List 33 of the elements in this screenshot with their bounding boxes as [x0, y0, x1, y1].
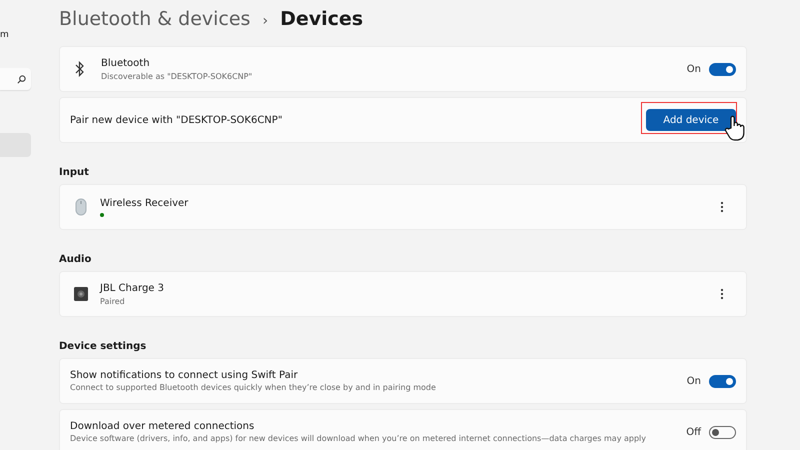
setting-title: Bluetooth [101, 56, 151, 70]
device-name: Wireless Receiver [100, 197, 190, 211]
bluetooth-icon [75, 61, 85, 77]
breadcrumb-link[interactable]: Bluetooth & devices [59, 8, 250, 30]
toggle-label: On [686, 64, 701, 74]
search-icon [17, 74, 26, 84]
section-heading: Device settings [59, 340, 148, 353]
device-card[interactable]: Wireless Receiver [59, 184, 747, 230]
setting-description: Device software (drivers, info, and apps) for new devices will download when you’re on metered internet connections—data charges may apply [70, 434, 647, 444]
setting-description: Connect to supported Bluetooth devices quickly when they’re close by and in pairing mode [70, 383, 437, 393]
pair-text: Pair new device with "DESKTOP-SOK6CNP" [70, 114, 284, 126]
mouse-icon [74, 198, 88, 216]
device-card[interactable]: JBL Charge 3 Paired [59, 271, 747, 317]
setting-title: Show notifications to connect using Swift Pair [70, 369, 299, 383]
device-status: Paired [100, 296, 126, 306]
sidebar-label: m [0, 29, 10, 41]
toggle-label: On [686, 376, 701, 386]
setting-title: Download over metered connections [70, 420, 256, 434]
speaker-icon [74, 287, 88, 301]
toggle-switch[interactable] [709, 62, 736, 76]
setting-description: Discoverable as "DESKTOP-SOK6CNP" [101, 70, 254, 82]
toggle-label: Off [686, 426, 701, 438]
search-field[interactable] [0, 68, 31, 90]
section-heading: Input [59, 166, 90, 179]
device-name: JBL Charge 3 [100, 282, 165, 296]
page-title: Devices [280, 8, 364, 30]
section-heading: Audio [59, 253, 92, 266]
breadcrumb-separator: › [262, 13, 268, 29]
toggle-switch[interactable] [709, 374, 736, 388]
more-options-icon[interactable] [720, 201, 724, 213]
add-device-button[interactable]: Add device [646, 109, 736, 131]
more-options-icon[interactable] [720, 288, 724, 300]
toggle-switch[interactable] [709, 426, 736, 438]
